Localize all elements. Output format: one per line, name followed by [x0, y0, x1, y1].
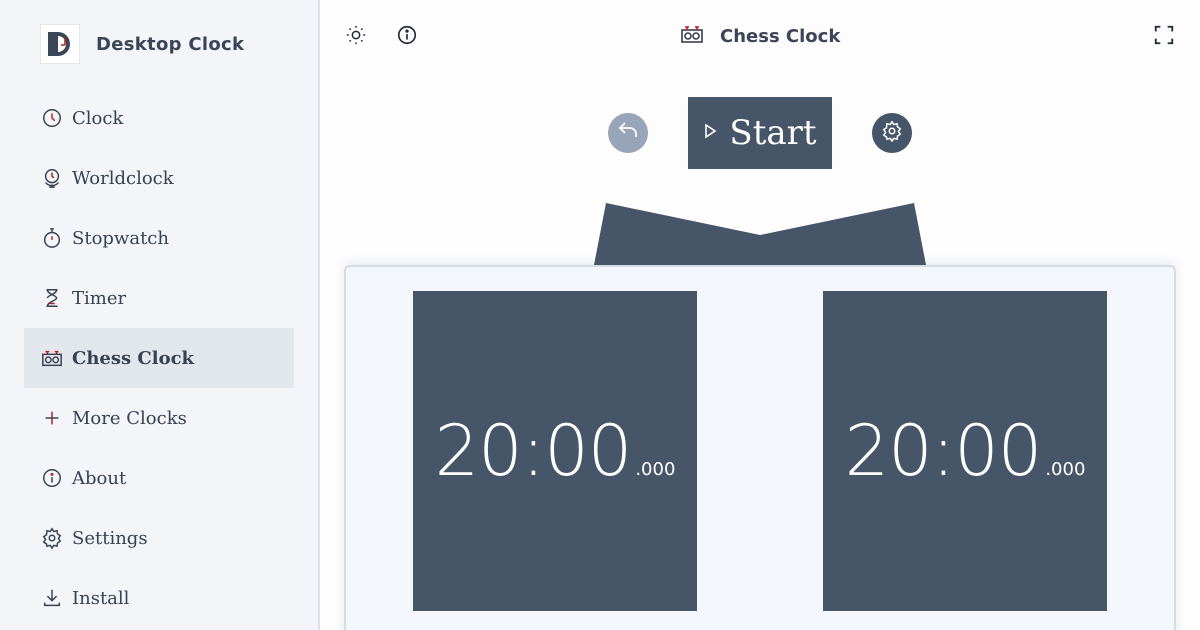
play-icon [703, 123, 717, 143]
player-left-milliseconds: .000 [635, 459, 676, 480]
sidebar-item-label: Install [72, 587, 130, 609]
sidebar-item-label: More Clocks [72, 407, 187, 429]
plus-icon [40, 406, 64, 430]
page-title: Chess Clock [720, 25, 841, 47]
stopwatch-icon [40, 226, 64, 250]
sidebar-item-settings[interactable]: Settings [24, 508, 294, 568]
sidebar-item-stopwatch[interactable]: Stopwatch [24, 208, 294, 268]
theme-toggle-button[interactable] [342, 23, 370, 51]
info-icon [40, 466, 64, 490]
hourglass-icon [40, 286, 64, 310]
sidebar-item-label: About [72, 467, 127, 489]
start-label: Start [729, 113, 817, 153]
player-right-time: 20:00 [844, 410, 1043, 492]
brand[interactable]: Desktop Clock [40, 24, 244, 64]
info-button[interactable] [393, 23, 421, 51]
app-title: Desktop Clock [96, 33, 245, 55]
page-heading: Chess Clock [680, 22, 840, 50]
undo-icon [616, 119, 640, 147]
player-right-clock[interactable]: 20:00 .000 [823, 291, 1107, 611]
chess-clock-icon [40, 346, 64, 370]
app-logo [40, 24, 80, 64]
sidebar-item-label: Chess Clock [72, 347, 195, 369]
player-left-clock[interactable]: 20:00 .000 [413, 291, 697, 611]
clock-icon [40, 106, 64, 130]
sidebar: Desktop Clock Clock Worldclock Stopwatch… [0, 0, 320, 630]
sidebar-nav: Clock Worldclock Stopwatch Timer Chess C… [24, 88, 294, 628]
gear-icon [40, 526, 64, 550]
start-button[interactable]: Start [688, 97, 832, 169]
gear-icon [881, 120, 903, 146]
sidebar-item-label: Worldclock [72, 167, 174, 189]
clock-top-bevel [594, 203, 926, 265]
clock-settings-button[interactable] [872, 113, 912, 153]
sidebar-item-worldclock[interactable]: Worldclock [24, 148, 294, 208]
fullscreen-icon [1153, 24, 1175, 50]
sidebar-item-more-clocks[interactable]: More Clocks [24, 388, 294, 448]
sidebar-item-label: Clock [72, 107, 124, 129]
info-icon [396, 24, 418, 50]
chess-clock-icon [680, 22, 704, 50]
reset-button[interactable] [608, 113, 648, 153]
download-icon [40, 586, 64, 610]
sidebar-item-label: Stopwatch [72, 227, 169, 249]
sidebar-item-timer[interactable]: Timer [24, 268, 294, 328]
player-left-time: 20:00 [434, 410, 633, 492]
player-right-milliseconds: .000 [1045, 459, 1086, 480]
globe-clock-icon [40, 166, 64, 190]
fullscreen-button[interactable] [1150, 23, 1178, 51]
sidebar-item-chess-clock[interactable]: Chess Clock [24, 328, 294, 388]
sidebar-item-install[interactable]: Install [24, 568, 294, 628]
sidebar-item-about[interactable]: About [24, 448, 294, 508]
sidebar-item-label: Timer [72, 287, 127, 309]
sidebar-item-label: Settings [72, 527, 148, 549]
sun-icon [345, 24, 367, 50]
sidebar-item-clock[interactable]: Clock [24, 88, 294, 148]
